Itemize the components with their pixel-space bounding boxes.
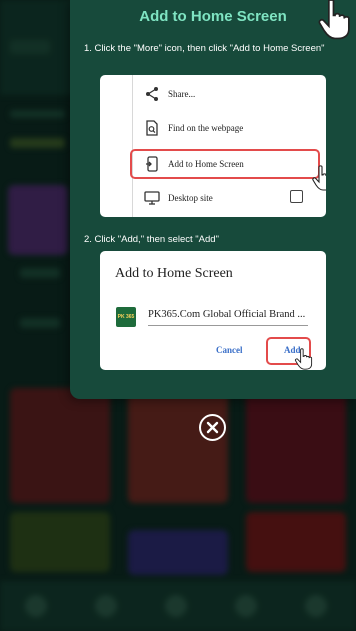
close-icon xyxy=(206,421,219,434)
step-2-text: 2. Click "Add," then select "Add" xyxy=(84,234,219,245)
menu-item-share: Share... xyxy=(140,79,320,109)
desktop-icon xyxy=(144,191,160,205)
close-button[interactable] xyxy=(199,414,226,441)
pointer-hand-icon xyxy=(312,165,326,191)
menu-item-label: Find on the webpage xyxy=(168,123,244,133)
menu-item-find: Find on the webpage xyxy=(140,113,320,143)
divider xyxy=(132,75,133,217)
cancel-button: Cancel xyxy=(216,345,243,355)
desktop-site-checkbox xyxy=(290,190,303,203)
dialog-title: Add to Home Screen xyxy=(115,266,233,281)
pointer-hand-icon xyxy=(294,348,313,370)
step-1-text: 1. Click the "More" icon, then click "Ad… xyxy=(84,43,325,54)
find-in-page-icon xyxy=(146,120,158,136)
share-icon xyxy=(146,87,158,101)
menu-item-label: Share... xyxy=(168,89,196,99)
panel-title: Add to Home Screen xyxy=(139,8,287,25)
name-underline xyxy=(148,325,308,326)
add-dialog-illustration: Add to Home Screen PK 365 PK365.Com Glob… xyxy=(100,251,326,370)
highlight-box xyxy=(130,149,320,179)
menu-item-label: Desktop site xyxy=(168,193,213,203)
add-to-home-panel: Add to Home Screen 1. Click the "More" i… xyxy=(70,0,356,399)
pointer-hand-icon xyxy=(318,0,350,40)
app-icon: PK 365 xyxy=(116,307,136,327)
app-name: PK365.Com Global Official Brand ... xyxy=(148,309,306,320)
browser-menu-illustration: Share... Find on the webpage Add to Home… xyxy=(100,75,326,217)
